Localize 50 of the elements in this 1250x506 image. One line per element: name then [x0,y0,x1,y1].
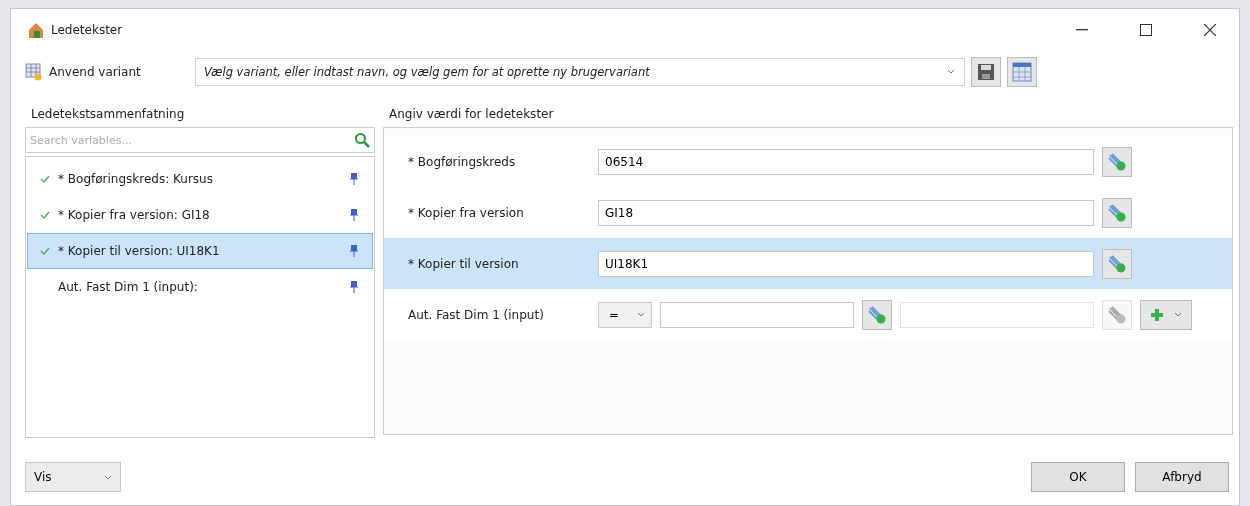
plus-icon [1150,307,1164,322]
pin-icon [350,173,358,185]
prompt-label: * Kopier fra version [408,205,525,220]
house-icon [27,21,45,39]
pin-icon [350,209,358,221]
save-icon [977,63,995,81]
layout-button[interactable] [1007,57,1037,87]
search-icon [354,132,370,148]
prompt-label: * Bogføringskreds [408,154,517,169]
pin-icon [350,281,358,293]
input-field[interactable] [900,301,1094,328]
pick-icon [1107,253,1127,274]
operator-select[interactable]: = [598,301,652,328]
chevron-down-icon [104,474,112,480]
prompt-label: Aut. Fast Dim 1 (input) [408,307,545,322]
search-field[interactable]: Search variables... [25,127,375,153]
pick-icon [867,304,887,325]
save-button[interactable] [971,57,1001,87]
prompt-label: * Kopier til version [408,256,520,271]
chevron-down-icon [947,69,955,74]
grid-icon [1012,62,1032,82]
close-icon [1204,24,1216,36]
input-field[interactable]: GI18 [598,199,1094,226]
pick-icon [1107,304,1127,325]
input-field[interactable] [660,301,854,328]
variant-combobox[interactable]: Vælg variant, eller indtast navn, og vælg gem for at oprette ny brugervariant [195,58,965,86]
view-select[interactable]: Vis [25,462,121,492]
table-icon [25,63,43,81]
summary-heading: Ledetekstsammenfatning [30,107,186,123]
pick-button[interactable] [862,299,892,330]
dialog-button[interactable]: Afbryd [1135,462,1229,492]
window-title: Ledetekster [51,23,124,37]
dialog-button[interactable]: OK [1031,462,1125,492]
input-field[interactable]: UI18K1 [598,250,1094,277]
pick-button[interactable] [1102,146,1132,177]
input-field[interactable]: 06514 [598,148,1094,175]
pick-icon [1107,151,1127,172]
variant-label: Anvend variant [49,65,142,79]
pick-button[interactable] [1102,197,1132,228]
pin-icon [350,245,358,257]
minimize-icon [1076,29,1088,31]
prompts-heading: Angiv værdi for ledetekster [388,107,555,123]
summary-item[interactable]: * Kopier til version: UI18K1 [27,233,373,269]
maximize-icon [1140,24,1152,36]
pick-button[interactable] [1102,299,1132,330]
pick-icon [1107,202,1127,223]
chevron-down-icon [1174,312,1182,317]
add-button[interactable] [1140,299,1192,330]
chevron-down-icon [637,312,645,317]
pick-button[interactable] [1102,248,1132,279]
